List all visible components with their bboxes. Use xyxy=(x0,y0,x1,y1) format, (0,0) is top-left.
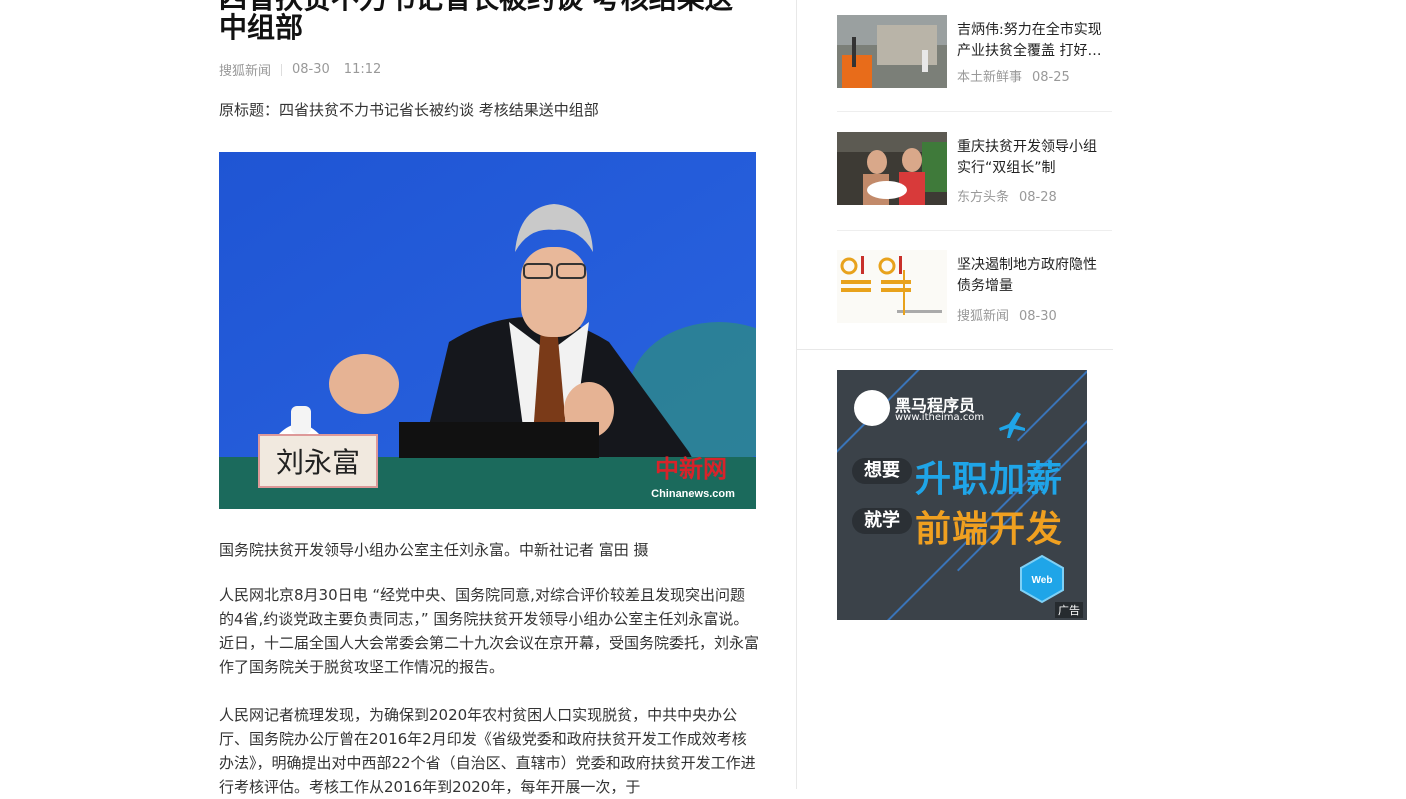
news-meta: 搜狐新闻 08-30 xyxy=(957,305,1057,324)
column-divider xyxy=(796,0,797,789)
news-title[interactable]: 重庆扶贫开发领导小组实行“双组长”制 xyxy=(957,137,1107,179)
web-hexagon-icon: Web xyxy=(1020,554,1064,604)
news-source: 本土新鲜事 xyxy=(957,70,1023,85)
ad-want-pill: 想要 xyxy=(852,458,912,484)
photo-illustration: 刘永富 中新网 Chinanews.com xyxy=(219,152,756,509)
related-news-item[interactable]: 坚决遏制地方政府隐性债务增量 搜狐新闻 08-30 xyxy=(837,250,1112,330)
news-thumbnail[interactable] xyxy=(837,250,947,323)
news-meta: 东方头条 08-28 xyxy=(957,186,1057,205)
sidebar-ad-banner[interactable]: 黑马程序员 www.itheima.com 想要 升职加薪 就学 前端开发 We… xyxy=(837,370,1087,620)
ad-learn-pill: 就学 xyxy=(852,508,912,534)
ad-tag: 广告 xyxy=(1055,602,1083,618)
news-thumbnail-image xyxy=(837,132,947,205)
photo-caption: 国务院扶贫开发领导小组办公室主任刘永富。中新社记者 富田 摄 xyxy=(219,541,649,559)
article-source[interactable]: 搜狐新闻 xyxy=(219,60,271,79)
news-title[interactable]: 吉炳伟:努力在全市实现产业扶贫全覆盖 打好… xyxy=(957,20,1107,62)
news-thumbnail[interactable] xyxy=(837,132,947,205)
news-meta: 本土新鲜事 08-25 xyxy=(957,66,1070,85)
article-meta: 搜狐新闻 08-30 11:12 xyxy=(219,60,381,79)
brand-logo-icon xyxy=(854,390,890,426)
sidebar-section-divider xyxy=(797,349,1113,350)
article-paragraph-2: 人民网记者梳理发现，为确保到2020年农村贫困人口实现脱贫，中共中央办公厅、国务… xyxy=(219,706,756,796)
ad-url: www.itheima.com xyxy=(895,412,985,423)
news-divider xyxy=(837,111,1112,112)
news-title[interactable]: 坚决遏制地方政府隐性债务增量 xyxy=(957,255,1107,297)
article-photo: 刘永富 中新网 Chinanews.com xyxy=(219,152,756,509)
original-title: 原标题：四省扶贫不力书记省长被约谈 考核结果送中组部 xyxy=(219,101,599,119)
news-thumbnail[interactable] xyxy=(837,15,947,88)
article-title-line2: 中组部 xyxy=(219,11,304,44)
related-news-item[interactable]: 吉炳伟:努力在全市实现产业扶贫全覆盖 打好… 本土新鲜事 08-25 xyxy=(837,15,1112,95)
article-paragraph-1: 人民网北京8月30日电 “经党中央、国务院同意,对综合评价较差且发现突出问题的4… xyxy=(219,586,760,676)
news-date: 08-30 xyxy=(1019,309,1057,324)
web-badge-text: Web xyxy=(1032,575,1053,586)
nameplate-text: 刘永富 xyxy=(276,446,360,479)
photo-watermark: 中新网 xyxy=(655,454,727,483)
news-date: 08-28 xyxy=(1019,190,1057,205)
news-thumbnail-image xyxy=(837,15,947,88)
news-date: 08-25 xyxy=(1032,70,1070,85)
article-time: 11:12 xyxy=(343,62,382,77)
ad-headline-1: 升职加薪 xyxy=(915,459,1064,500)
news-source: 搜狐新闻 xyxy=(957,309,1010,324)
meta-divider xyxy=(281,63,283,76)
news-source: 东方头条 xyxy=(957,190,1010,205)
article-date: 08-30 xyxy=(292,62,330,77)
news-divider xyxy=(837,230,1112,231)
ad-headline-2: 前端开发 xyxy=(915,509,1064,550)
airplane-icon xyxy=(999,412,1025,438)
related-news-item[interactable]: 重庆扶贫开发领导小组实行“双组长”制 东方头条 08-28 xyxy=(837,132,1112,212)
news-thumbnail-image xyxy=(837,250,947,323)
photo-watermark-sub: Chinanews.com xyxy=(651,488,735,500)
